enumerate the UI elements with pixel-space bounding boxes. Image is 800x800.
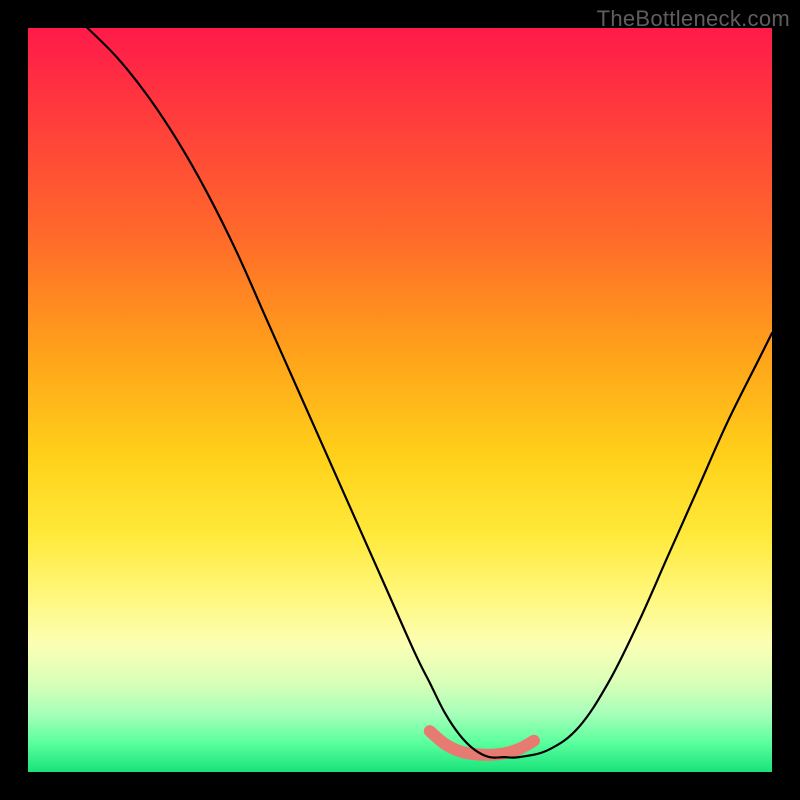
chart-stage: TheBottleneck.com xyxy=(0,0,800,800)
bottleneck-curve-line xyxy=(88,28,772,758)
curve-svg xyxy=(28,28,772,772)
watermark-text: TheBottleneck.com xyxy=(597,6,790,32)
plot-area xyxy=(28,28,772,772)
optimal-range-line xyxy=(430,731,534,755)
